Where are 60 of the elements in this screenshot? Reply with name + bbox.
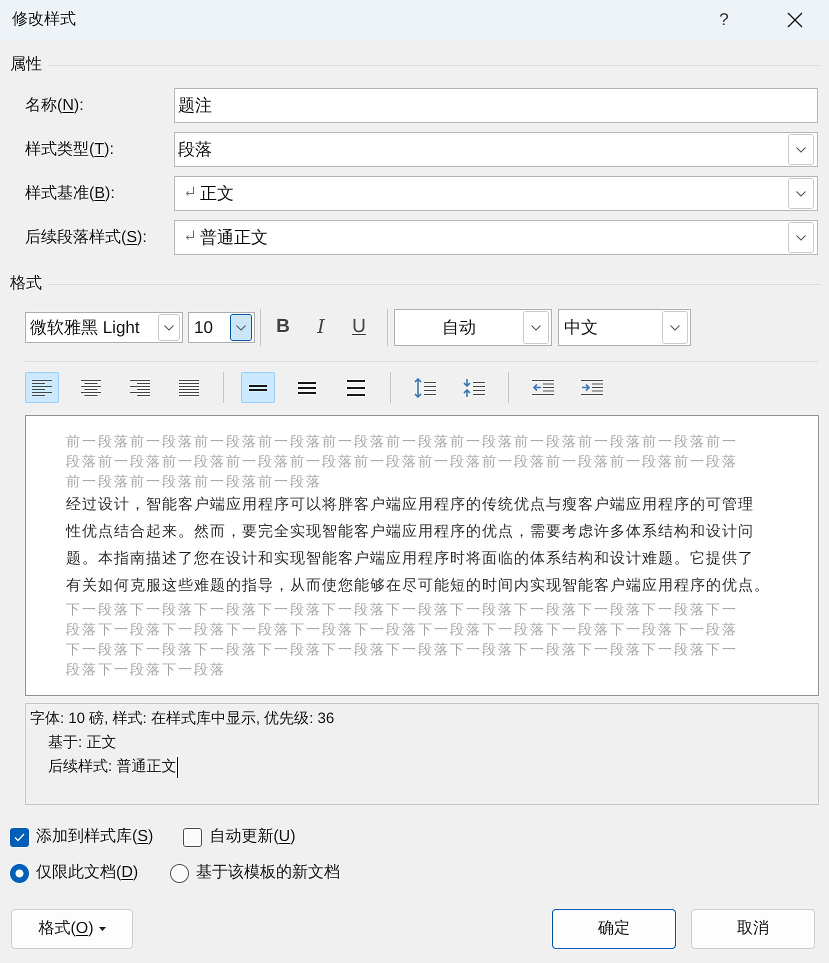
chevron-down-icon bbox=[796, 190, 806, 196]
text-field[interactable]: 题注 bbox=[174, 88, 818, 123]
description-line: 字体: 10 磅, 样式: 在样式库中显示, 优先级: 36 bbox=[30, 709, 334, 729]
checkmark-icon bbox=[14, 832, 25, 842]
field-label: 样式基准(B): bbox=[25, 184, 116, 204]
checkbox[interactable] bbox=[183, 828, 202, 846]
chevron-down-icon bbox=[796, 234, 806, 240]
chevron-down-icon bbox=[164, 324, 174, 330]
single-spacing-button[interactable] bbox=[241, 372, 275, 403]
chevron-down-icon bbox=[670, 324, 680, 330]
outdent-icon bbox=[532, 379, 554, 396]
align-left-icon bbox=[32, 379, 52, 396]
description-line: 基于: 正文 bbox=[48, 733, 116, 753]
window-title: 修改样式 bbox=[11, 10, 76, 30]
sample-paragraph: 经过设计，智能客户端应用程序可以将胖客户端应用程序的传统优点与瘦客户端应用程序的可管理 性优点结合起来。然而，要完全实现智能客户端应用程序的优点，需要考虑许多体系结构和设计问 题。本指南描述了您在设计和实现智能客户端应用程序时将面临的体系结构和设计难题。它提供了 有关如何克服这些难题的指导，从而使您能够在尽可能短的时间内实现智能客户端应用程序的优点。 bbox=[66, 495, 770, 596]
checkbox-label: 自动更新(U) bbox=[209, 826, 296, 847]
bold-button[interactable]: B bbox=[268, 312, 298, 343]
chevron-down-icon bbox=[796, 146, 806, 152]
spacing-arrows-out-icon bbox=[414, 378, 436, 398]
help-button[interactable]: ? bbox=[712, 6, 736, 34]
align-center-icon bbox=[81, 379, 101, 396]
font-dropdown[interactable]: 微软雅黑 Light bbox=[25, 312, 183, 343]
checkbox-label: 添加到样式库(S) bbox=[36, 826, 154, 847]
section-heading: 属性 bbox=[10, 55, 42, 75]
dropdown-field[interactable]: 普通正文 bbox=[174, 220, 818, 255]
two-lines-icon bbox=[249, 382, 267, 392]
radio-label: 基于该模板的新文档 bbox=[196, 862, 340, 883]
radio-button[interactable] bbox=[170, 864, 190, 882]
format-menu-button[interactable]: 格式(O) bbox=[11, 909, 133, 949]
section-heading: 格式 bbox=[10, 274, 42, 294]
checkbox[interactable] bbox=[10, 828, 29, 846]
dropdown-button[interactable] bbox=[230, 314, 252, 341]
radio-label: 仅限此文档(D) bbox=[36, 862, 138, 883]
field-label: 后续段落样式(S): bbox=[25, 228, 148, 248]
description-line: 后续样式: 普通正文 bbox=[48, 757, 176, 777]
align-left-button[interactable] bbox=[25, 372, 59, 403]
justify-icon bbox=[179, 379, 199, 396]
dropdown-field[interactable]: 正文 bbox=[174, 176, 818, 211]
language-dropdown[interactable]: 中文 bbox=[558, 309, 691, 346]
indent-icon bbox=[581, 379, 603, 396]
caret-icon bbox=[98, 927, 106, 931]
spacing-arrows-in-icon bbox=[463, 378, 485, 398]
field-label: 样式类型(T): bbox=[25, 140, 115, 160]
align-right-icon bbox=[130, 379, 150, 396]
radio-button[interactable] bbox=[10, 864, 29, 882]
close-icon bbox=[787, 12, 803, 28]
three-lines-icon bbox=[347, 380, 365, 396]
font-size-dropdown[interactable]: 10 bbox=[188, 312, 255, 343]
placeholder-paragraph: 前一段落前一段落前一段落前一段落前一段落前一段落前一段落前一段落前一段落前一段落前一 段落前一段落前一段落前一段落前一段落前一段落前一段落前一段落前一段落前一段落前一段落 前一段落前一段落前一段落前一段落 bbox=[66, 432, 738, 491]
cancel-button[interactable]: 取消 bbox=[691, 909, 815, 949]
underline-button[interactable]: U bbox=[344, 312, 374, 343]
placeholder-paragraph: 下一段落下一段落下一段落下一段落下一段落下一段落下一段落下一段落下一段落下一段落下一 段落下一段落下一段落下一段落下一段落下一段落下一段落下一段落下一段落下一段落下一段落 下一段落下一段落下一段落下一段落下一段落下一段落下一段落下一段落下一段落下一段落下一 段落下一段落下一段落 bbox=[66, 600, 738, 679]
color-dropdown[interactable]: 自动 bbox=[394, 309, 552, 346]
chevron-down-icon bbox=[531, 324, 541, 330]
dropdown-field[interactable]: 段落 bbox=[174, 132, 818, 167]
italic-button[interactable]: I bbox=[306, 312, 336, 343]
three-lines-icon bbox=[298, 382, 316, 394]
chevron-down-icon bbox=[236, 324, 246, 330]
ok-button[interactable]: 确定 bbox=[552, 909, 676, 949]
field-label: 名称(N): bbox=[25, 96, 85, 116]
